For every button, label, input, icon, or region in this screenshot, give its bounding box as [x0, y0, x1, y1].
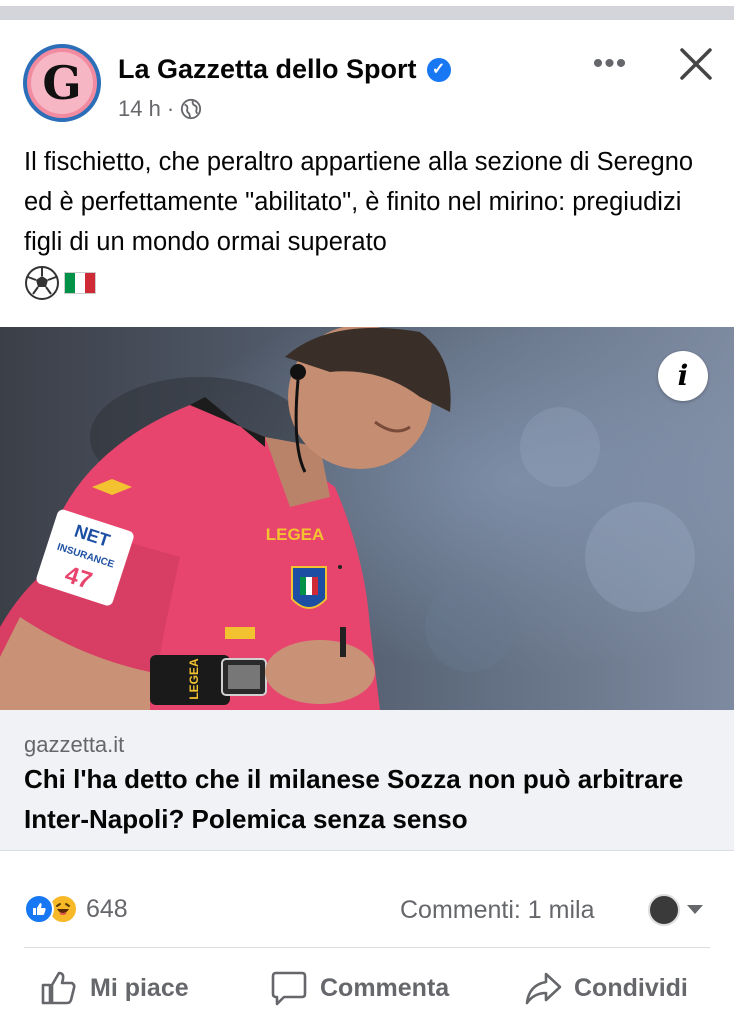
link-headline[interactable]: Chi l'ha detto che il milanese Sozza non…: [24, 759, 714, 839]
post-time[interactable]: 14 h: [118, 96, 161, 122]
dropdown-caret-icon: [687, 905, 703, 914]
divider: [0, 850, 734, 851]
avatar: [648, 894, 680, 926]
italy-flag-icon: [64, 272, 96, 294]
top-separator: [0, 0, 734, 20]
more-options-icon[interactable]: •••: [588, 46, 632, 82]
comment-icon: [271, 971, 307, 1006]
link-domain: gazzetta.it: [24, 732, 125, 757]
soccer-ball-icon: [25, 266, 59, 300]
comment-label: Commenta: [320, 973, 450, 1002]
referee-photo: NET INSURANCE 47 LEGEA LEGEA: [0, 327, 734, 710]
page-name[interactable]: La Gazzetta dello Sport: [118, 54, 417, 85]
divider: [24, 947, 710, 948]
comment-button[interactable]: Commenta: [270, 960, 449, 1016]
wristband-brand: LEGEA: [187, 658, 201, 700]
share-label: Condividi: [574, 973, 688, 1002]
post-meta: 14 h ·: [118, 96, 202, 122]
avatar-logo-letter: G: [42, 56, 82, 110]
like-label: Mi piace: [90, 973, 189, 1002]
like-icon: [41, 971, 76, 1005]
action-bar: Mi piace Commenta Condividi: [0, 960, 734, 1016]
reaction-count: 648: [86, 894, 128, 923]
page-name-row: La Gazzetta dello Sport ✓: [118, 54, 451, 85]
like-reaction-icon: [24, 894, 54, 924]
share-button[interactable]: Condividi: [524, 960, 688, 1016]
meta-separator: ·: [166, 96, 175, 121]
chest-brand: LEGEA: [266, 525, 325, 544]
verified-badge-icon: ✓: [426, 57, 451, 82]
share-icon: [525, 972, 562, 1005]
link-preview-image[interactable]: NET INSURANCE 47 LEGEA LEGEA: [0, 327, 734, 710]
comments-count[interactable]: Commenti: 1 mila: [400, 896, 595, 925]
like-button[interactable]: Mi piace: [40, 960, 189, 1016]
post-emojis: [24, 265, 96, 301]
reaction-as-selector[interactable]: [648, 894, 704, 926]
info-icon[interactable]: i: [658, 351, 708, 401]
post-text: Il fischietto, che peraltro appartiene a…: [24, 148, 694, 256]
close-icon[interactable]: [674, 42, 718, 86]
globe-icon: [181, 98, 202, 120]
reactions-summary[interactable]: 648: [24, 894, 128, 924]
page-avatar[interactable]: G: [23, 44, 101, 122]
